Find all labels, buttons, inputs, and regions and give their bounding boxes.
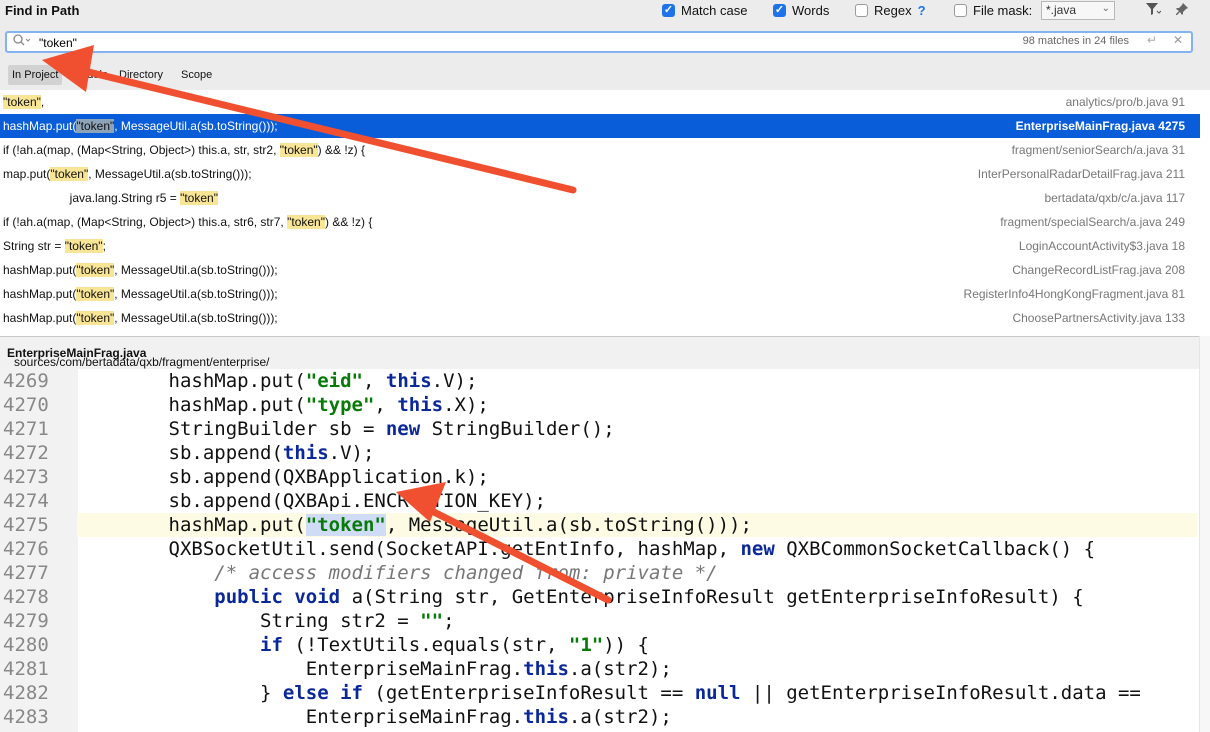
file-mask-select[interactable]: *.java ⌄ bbox=[1041, 1, 1115, 20]
result-row[interactable]: hashMap.put("token", MessageUtil.a(sb.to… bbox=[0, 306, 1200, 330]
match-highlight: "token" bbox=[279, 143, 318, 157]
search-input[interactable] bbox=[37, 34, 741, 52]
chevron-down-icon: ⌄ bbox=[1101, 3, 1110, 14]
line-number: 4282 bbox=[3, 682, 49, 704]
line-number: 4283 bbox=[3, 706, 49, 728]
code-line: hashMap.put("eid", this.V); bbox=[77, 370, 478, 392]
result-file: ChoosePartnersActivity.java 133 bbox=[1012, 311, 1185, 325]
line-number: 4274 bbox=[3, 490, 49, 512]
code-line: if (!TextUtils.equals(str, "1")) { bbox=[260, 634, 649, 656]
tab-in-project[interactable]: In Project bbox=[8, 65, 63, 85]
search-box[interactable]: 98 matches in 24 files ↵ ✕ bbox=[5, 31, 1193, 53]
search-icon[interactable] bbox=[13, 34, 31, 49]
result-row[interactable]: String str = "token"; LoginAccountActivi… bbox=[0, 234, 1200, 258]
line-number: 4281 bbox=[3, 658, 49, 680]
line-number: 4271 bbox=[3, 418, 49, 440]
filter-icon[interactable] bbox=[1145, 2, 1162, 19]
pin-icon[interactable] bbox=[1175, 2, 1189, 19]
code-line: hashMap.put("token", MessageUtil.a(sb.to… bbox=[77, 513, 1197, 537]
result-row[interactable]: java.lang.String r5 = "token" bertadata/… bbox=[0, 186, 1200, 210]
code-line: StringBuilder sb = new StringBuilder(); bbox=[77, 418, 615, 440]
match-highlight: "token" bbox=[180, 191, 218, 205]
find-toolbar: Find in Path Match case Words Regex ? Fi… bbox=[0, 0, 1210, 90]
result-file: EnterpriseMainFrag.java 4275 bbox=[1015, 119, 1185, 133]
result-row[interactable]: hashMap.put("token", MessageUtil.a(sb.to… bbox=[0, 258, 1200, 282]
match-case-checkbox[interactable] bbox=[662, 4, 675, 17]
line-number: 4270 bbox=[3, 394, 49, 416]
line-number: 4277 bbox=[3, 562, 49, 584]
result-row[interactable]: map.put("token", MessageUtil.a(sb.toStri… bbox=[0, 162, 1200, 186]
result-row[interactable]: if (!ah.a(map, (Map<String, Object>) thi… bbox=[0, 138, 1200, 162]
code-line: public void a(String str, GetEnterpriseI… bbox=[214, 586, 1084, 608]
match-highlight: "token" bbox=[287, 215, 325, 229]
match-highlight: "token" bbox=[64, 239, 103, 253]
code-line: String str2 = ""; bbox=[77, 610, 455, 632]
regex-option[interactable]: Regex ? bbox=[855, 3, 926, 18]
match-highlight: "token" bbox=[76, 263, 115, 277]
line-number: 4276 bbox=[3, 538, 49, 560]
result-file: InterPersonalRadarDetailFrag.java 211 bbox=[977, 167, 1185, 181]
code-line: hashMap.put("type", this.X); bbox=[77, 394, 489, 416]
words-label: Words bbox=[792, 3, 830, 18]
line-number: 4275 bbox=[3, 514, 49, 536]
result-row[interactable]: hashMap.put("token", MessageUtil.a(sb.to… bbox=[0, 282, 1200, 306]
match-highlight: "token" bbox=[76, 287, 115, 301]
match-case-option[interactable]: Match case bbox=[662, 3, 747, 18]
words-option[interactable]: Words bbox=[773, 3, 829, 18]
code-line: sb.append(QXBApi.ENCRYPTION_KEY); bbox=[77, 490, 547, 512]
regex-label: Regex bbox=[874, 3, 912, 18]
match-case-label: Match case bbox=[681, 3, 748, 18]
dialog-title: Find in Path bbox=[5, 3, 80, 18]
result-file: bertadata/qxb/c/a.java 117 bbox=[1044, 191, 1185, 205]
vertical-scrollbar[interactable] bbox=[1199, 336, 1210, 732]
line-number: 4273 bbox=[3, 466, 49, 488]
result-file: fragment/specialSearch/a.java 249 bbox=[1000, 215, 1185, 229]
preview-file-path: sources/com/bertadata/qxb/fragment/enter… bbox=[0, 337, 1210, 369]
match-highlight: "token" bbox=[76, 119, 115, 133]
file-mask-checkbox[interactable] bbox=[954, 4, 967, 17]
result-row-selected[interactable]: hashMap.put("token", MessageUtil.a(sb.to… bbox=[0, 114, 1200, 138]
match-highlight: "token" bbox=[76, 311, 115, 325]
line-number: 4272 bbox=[3, 442, 49, 464]
line-number-gutter: 4269 4270 4271 4272 4273 4274 4275 4276 4277 4278… bbox=[0, 369, 78, 732]
code-line: /* access modifiers changed from: privat… bbox=[214, 562, 718, 584]
newline-icon[interactable]: ↵ bbox=[1147, 33, 1157, 47]
result-file: analytics/pro/b.java 91 bbox=[1065, 95, 1185, 109]
file-mask-option[interactable]: File mask: bbox=[954, 3, 1032, 18]
line-number: 4269 bbox=[3, 370, 49, 392]
line-number: 4278 bbox=[3, 586, 49, 608]
result-file: ChangeRecordListFrag.java 208 bbox=[1012, 263, 1185, 277]
code-line: sb.append(QXBApplication.k); bbox=[77, 466, 489, 488]
path-prefix: sources/com/bertadata/qxb/fragment/enter… bbox=[14, 355, 270, 369]
match-highlight: "token" bbox=[3, 95, 41, 109]
words-checkbox[interactable] bbox=[773, 4, 786, 17]
file-mask-value: *.java bbox=[1046, 3, 1077, 17]
code-line: QXBSocketUtil.send(SocketAPI.getEntInfo,… bbox=[77, 538, 1096, 560]
results-list: "token", analytics/pro/b.java 91 hashMap… bbox=[0, 90, 1200, 336]
line-number: 4279 bbox=[3, 610, 49, 632]
clear-icon[interactable]: ✕ bbox=[1173, 33, 1183, 47]
tab-module[interactable]: Module bbox=[68, 65, 112, 85]
result-row[interactable]: if (!ah.a(map, (Map<String, Object>) thi… bbox=[0, 210, 1200, 234]
result-row[interactable]: "token", analytics/pro/b.java 91 bbox=[0, 90, 1200, 114]
result-file: fragment/seniorSearch/a.java 31 bbox=[1011, 143, 1185, 157]
tab-scope[interactable]: Scope bbox=[177, 65, 216, 85]
file-mask-label: File mask: bbox=[973, 3, 1033, 18]
line-number: 4280 bbox=[3, 634, 49, 656]
match-count: 98 matches in 24 files bbox=[1022, 35, 1129, 47]
code-line: sb.append(this.V); bbox=[77, 442, 375, 464]
code-line: EnterpriseMainFrag.this.a(str2); bbox=[77, 706, 672, 728]
regex-help-icon[interactable]: ? bbox=[918, 3, 926, 18]
code-preview[interactable]: 4269 4270 4271 4272 4273 4274 4275 4276 4277 4278… bbox=[0, 369, 1200, 732]
match-highlight: "token" bbox=[50, 167, 89, 181]
code-line: EnterpriseMainFrag.this.a(str2); bbox=[77, 658, 672, 680]
code-line: } else if (getEnterpriseInfoResult == nu… bbox=[77, 682, 1141, 704]
tab-directory[interactable]: Directory bbox=[115, 65, 167, 85]
regex-checkbox[interactable] bbox=[855, 4, 868, 17]
result-file: LoginAccountActivity$3.java 18 bbox=[1018, 239, 1185, 253]
result-file: RegisterInfo4HongKongFragment.java 81 bbox=[963, 287, 1185, 301]
